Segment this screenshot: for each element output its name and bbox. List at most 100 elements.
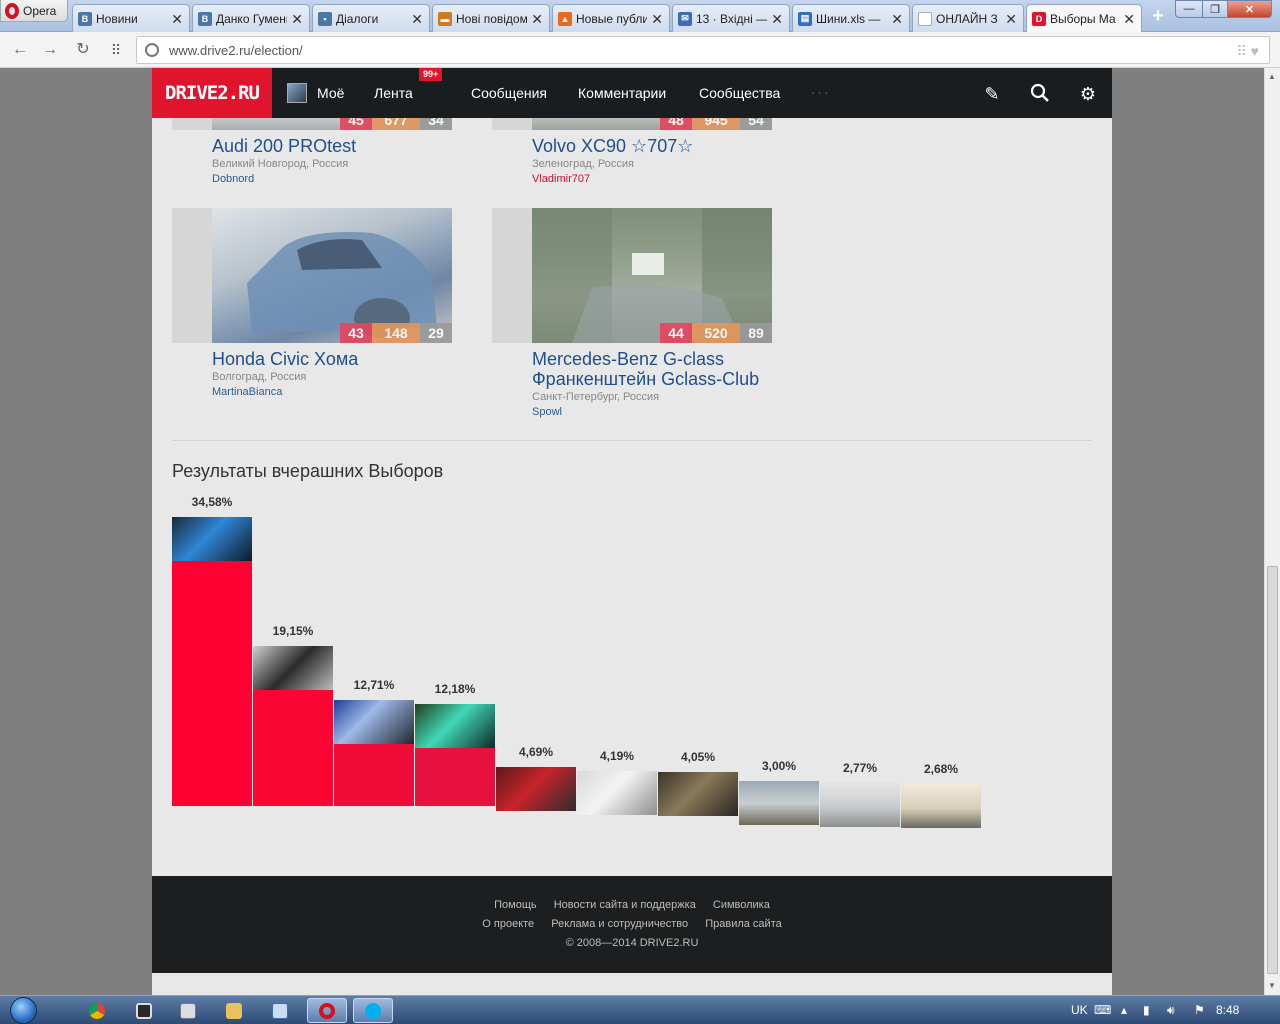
close-icon[interactable]: ✕ bbox=[291, 12, 303, 26]
bookmark-heart-icon[interactable]: ⠿ ♥ bbox=[1237, 43, 1259, 60]
card-stats: 43 148 29 bbox=[340, 323, 452, 343]
nav-messages[interactable]: Сообщения bbox=[471, 68, 547, 118]
new-tab-button[interactable]: + bbox=[1148, 6, 1168, 26]
tab-vk-dialogs[interactable]: ▪ Діалоги ✕ bbox=[312, 4, 430, 32]
close-icon[interactable]: ✕ bbox=[411, 12, 423, 26]
tab-vk-news[interactable]: B Новини ✕ bbox=[72, 4, 190, 32]
card-title[interactable]: Volvo XC90 ☆707☆ bbox=[532, 136, 693, 156]
nav-feed[interactable]: Лента bbox=[374, 68, 413, 118]
footer-link-ads[interactable]: Реклама и сотрудничество bbox=[551, 918, 688, 930]
close-icon[interactable]: ✕ bbox=[1123, 12, 1135, 26]
card-user-link[interactable]: Dobnord bbox=[212, 173, 254, 185]
nav-comments[interactable]: Комментарии bbox=[578, 68, 666, 118]
close-icon[interactable]: ✕ bbox=[651, 12, 663, 26]
footer-link-symbols[interactable]: Символика bbox=[713, 899, 770, 911]
chart-data-label: 2,68% bbox=[923, 762, 959, 776]
footer-link-news[interactable]: Новости сайта и поддержка bbox=[554, 899, 696, 911]
footer-link-about[interactable]: О проекте bbox=[482, 918, 534, 930]
tab-new-publications[interactable]: ▲ Новые публикации ✕ bbox=[552, 4, 670, 32]
reload-icon[interactable]: ↻ bbox=[73, 40, 93, 60]
winner-car-thumbnail[interactable] bbox=[820, 783, 900, 827]
taskbar-explorer[interactable] bbox=[214, 998, 254, 1023]
winner-car-thumbnail[interactable] bbox=[739, 781, 819, 825]
page-scrollbar[interactable]: ▲ ▼ bbox=[1264, 68, 1280, 995]
volume-icon[interactable]: 🔊︎ bbox=[1167, 1003, 1175, 1018]
card-title-line1[interactable]: Mercedes-Benz G-class bbox=[532, 349, 724, 369]
card-placeholder bbox=[492, 208, 532, 343]
back-arrow-icon[interactable]: ← bbox=[10, 40, 30, 60]
taskbar-media-player[interactable] bbox=[124, 998, 164, 1023]
winner-car-thumbnail[interactable] bbox=[172, 517, 252, 561]
winner-car-thumbnail[interactable] bbox=[253, 646, 333, 690]
window-close-button[interactable]: ✕ bbox=[1227, 0, 1272, 18]
card-title[interactable]: Honda Civic Хома bbox=[212, 349, 358, 369]
chart-data-label: 4,05% bbox=[680, 750, 716, 764]
close-icon[interactable]: ✕ bbox=[1005, 12, 1017, 26]
speed-dial-grid-icon[interactable]: ⠿ bbox=[106, 40, 126, 60]
taskbar-printer[interactable] bbox=[168, 998, 208, 1023]
clock[interactable]: 8:48 bbox=[1216, 1003, 1239, 1017]
maximize-button[interactable]: ❐ bbox=[1202, 0, 1228, 18]
opera-menu-button[interactable]: Opera bbox=[0, 0, 68, 22]
tab-vk-profile[interactable]: B Данко Гуменюк ✕ bbox=[192, 4, 310, 32]
winner-car-thumbnail[interactable] bbox=[577, 771, 657, 815]
taskbar-paint[interactable] bbox=[260, 998, 300, 1023]
forward-arrow-icon[interactable]: → bbox=[40, 40, 60, 60]
card-title[interactable]: Audi 200 PROtest bbox=[212, 136, 356, 156]
winner-car-thumbnail[interactable] bbox=[901, 784, 981, 828]
scroll-thumb[interactable] bbox=[1267, 566, 1278, 974]
language-indicator[interactable]: UK bbox=[1071, 1003, 1088, 1017]
winner-car-thumbnail[interactable] bbox=[658, 772, 738, 816]
site-logo[interactable]: DRIVE2.RU bbox=[152, 68, 272, 118]
tab-new-messages[interactable]: ▬ Нові повідомлення ✕ bbox=[432, 4, 550, 32]
tab-label: 13 · Вхідні — bbox=[696, 11, 768, 26]
taskbar-skype[interactable] bbox=[353, 998, 393, 1023]
chart-data-label: 4,19% bbox=[599, 749, 635, 763]
close-icon[interactable]: ✕ bbox=[171, 12, 183, 26]
action-center-icon[interactable]: ⚑ bbox=[1194, 1003, 1205, 1017]
card-title-line2[interactable]: Франкенштейн Gclass-Club bbox=[532, 369, 759, 389]
chart-data-label: 19,15% bbox=[272, 624, 314, 638]
mail-icon: ✉ bbox=[678, 11, 692, 26]
tab-online[interactable]: ОНЛАЙН З ✕ bbox=[912, 4, 1024, 32]
footer-link-rules[interactable]: Правила сайта bbox=[705, 918, 782, 930]
card-user-link[interactable]: MartinaBianca bbox=[212, 386, 282, 398]
address-bar[interactable]: www.drive2.ru/election/ ⠿ ♥ bbox=[136, 36, 1270, 64]
results-heading: Результаты вчерашних Выборов bbox=[172, 461, 444, 481]
user-avatar[interactable] bbox=[287, 83, 307, 103]
page-icon bbox=[918, 11, 932, 26]
card-user-link[interactable]: Spowl bbox=[532, 406, 562, 418]
minimize-button[interactable]: — bbox=[1175, 0, 1203, 18]
close-icon[interactable]: ✕ bbox=[531, 12, 543, 26]
page-info-icon[interactable] bbox=[145, 43, 159, 57]
nav-communities[interactable]: Сообщества bbox=[699, 68, 780, 118]
tab-inbox[interactable]: ✉ 13 · Вхідні — ✕ bbox=[672, 4, 790, 32]
pencil-icon[interactable]: ✎ bbox=[981, 83, 1003, 105]
taskbar-chrome[interactable] bbox=[77, 998, 117, 1023]
close-icon[interactable]: ✕ bbox=[891, 12, 903, 26]
card-user-link[interactable]: Vladimir707 bbox=[532, 173, 590, 185]
tab-spreadsheet[interactable]: ▤ Шини.xls — ✕ bbox=[792, 4, 910, 32]
nav-more[interactable]: · · · bbox=[811, 68, 828, 118]
winner-car-thumbnail[interactable] bbox=[334, 700, 414, 744]
gear-icon[interactable]: ⚙ bbox=[1077, 83, 1099, 105]
network-signal-icon[interactable]: ▮ bbox=[1143, 1003, 1150, 1017]
footer-link-help[interactable]: Помощь bbox=[494, 899, 537, 911]
scroll-down-arrow-icon[interactable]: ▼ bbox=[1268, 981, 1276, 990]
browser-tab-strip: Opera B Новини ✕ B Данко Гуменюк ✕ ▪ Діа… bbox=[0, 0, 1280, 33]
keyboard-icon[interactable]: ⌨ bbox=[1094, 1003, 1111, 1017]
close-icon[interactable]: ✕ bbox=[771, 12, 783, 26]
show-hidden-icons-icon[interactable]: ▴ bbox=[1121, 1003, 1127, 1017]
nav-mine[interactable]: Моё bbox=[317, 68, 344, 118]
taskbar-opera[interactable] bbox=[307, 998, 347, 1023]
start-button[interactable] bbox=[6, 996, 42, 1024]
scroll-up-arrow-icon[interactable]: ▲ bbox=[1268, 72, 1276, 81]
notification-badge: 99+ bbox=[419, 68, 443, 81]
card-placeholder bbox=[172, 118, 212, 130]
vk-icon: B bbox=[198, 11, 212, 26]
tab-drive2-elections[interactable]: D Выборы Ма ✕ bbox=[1026, 4, 1142, 33]
winner-car-thumbnail[interactable] bbox=[496, 767, 576, 811]
opera-logo-icon bbox=[5, 2, 19, 19]
winner-car-thumbnail[interactable] bbox=[415, 704, 495, 748]
search-icon[interactable] bbox=[1029, 83, 1051, 105]
